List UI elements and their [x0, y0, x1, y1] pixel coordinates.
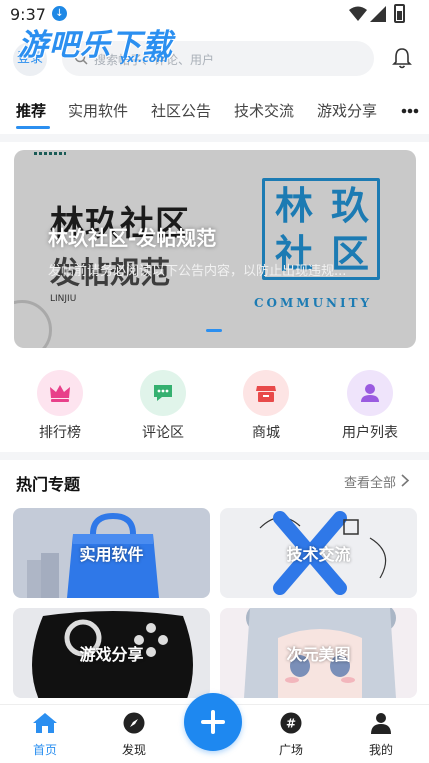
- nav-label: 广场: [278, 743, 303, 757]
- category-tabs: 推荐 实用软件 社区公告 技术交流 游戏分享: [0, 96, 429, 129]
- banner-art-small: LINJIU: [50, 294, 77, 304]
- crown-icon: [37, 370, 83, 416]
- quick-link-label: 排行榜: [39, 425, 81, 441]
- nav-plaza[interactable]: # 广场: [261, 712, 321, 758]
- topic-card-label: 技术交流: [286, 545, 351, 564]
- quick-link-label: 用户列表: [342, 425, 398, 441]
- topic-card-tech[interactable]: 技术交流: [220, 508, 417, 598]
- tab-community-notice[interactable]: 社区公告: [151, 100, 211, 121]
- seal-char: 玖: [330, 184, 369, 228]
- tab-game-share[interactable]: 游戏分享: [317, 100, 377, 121]
- see-all-link[interactable]: 查看全部: [344, 472, 396, 491]
- more-icon[interactable]: [401, 108, 419, 114]
- topic-card-label: 游戏分享: [79, 645, 144, 664]
- wifi-icon: [349, 6, 367, 21]
- chat-icon: [140, 370, 186, 416]
- cellular-signal-icon: [370, 6, 386, 22]
- banner-carousel[interactable]: 林玖社区 发帖规范 LINJIU 林 玖 社 区 COMMUNITY 林玖社区-…: [14, 150, 416, 348]
- nav-home[interactable]: 首页: [15, 712, 75, 758]
- nav-discover[interactable]: 发现: [104, 712, 164, 758]
- topic-card-anime[interactable]: 次元美图: [220, 608, 417, 698]
- quick-link-ranking[interactable]: 排行榜: [20, 370, 100, 442]
- download-status-icon: ↓: [52, 6, 67, 21]
- topic-card-label: 实用软件: [79, 545, 144, 564]
- tab-useful-software[interactable]: 实用软件: [68, 100, 128, 121]
- user-icon: [347, 370, 393, 416]
- hot-topics-title: 热门专题: [16, 475, 81, 494]
- compass-icon: [123, 712, 145, 734]
- tab-tech-exchange[interactable]: 技术交流: [234, 100, 294, 121]
- quick-link-label: 评论区: [142, 425, 184, 441]
- hashtag-icon: #: [280, 712, 302, 734]
- section-divider: [0, 134, 429, 142]
- battery-icon: [394, 4, 405, 23]
- tab-recommend[interactable]: 推荐: [16, 100, 46, 121]
- banner-page-indicator: [206, 329, 222, 332]
- quick-link-user-list[interactable]: 用户列表: [330, 370, 410, 442]
- seal-char: 林: [274, 184, 313, 228]
- notification-bell-icon[interactable]: [392, 47, 412, 69]
- topic-card-games[interactable]: 游戏分享: [13, 608, 210, 698]
- nav-profile[interactable]: 我的: [351, 712, 411, 758]
- banner-seal-word: COMMUNITY: [254, 296, 373, 310]
- chevron-right-icon[interactable]: [400, 474, 410, 487]
- banner-title: 林玖社区-发帖规范: [48, 226, 217, 250]
- home-icon: [33, 713, 57, 733]
- tab-active-indicator: [16, 126, 50, 129]
- banner-subtitle: 发帖前请务必阅读以下公告内容，以防止出现违规...: [48, 264, 347, 279]
- section-divider: [0, 452, 429, 460]
- topic-card-software[interactable]: 实用软件: [13, 508, 210, 598]
- person-icon: [371, 713, 391, 734]
- app-logo-sub: yxl.com: [120, 52, 168, 65]
- svg-text:#: #: [286, 717, 296, 731]
- banner-decor-dots: [34, 152, 66, 155]
- nav-label: 首页: [32, 743, 57, 757]
- quick-link-comments[interactable]: 评论区: [123, 370, 203, 442]
- quick-link-label: 商城: [252, 425, 280, 441]
- create-post-button[interactable]: [184, 693, 242, 751]
- topic-card-label: 次元美图: [286, 645, 351, 664]
- nav-label: 发现: [121, 743, 146, 757]
- quick-link-store[interactable]: 商城: [226, 370, 306, 442]
- store-icon: [243, 370, 289, 416]
- banner-decor-swirl: [14, 300, 52, 348]
- nav-label: 我的: [368, 743, 393, 757]
